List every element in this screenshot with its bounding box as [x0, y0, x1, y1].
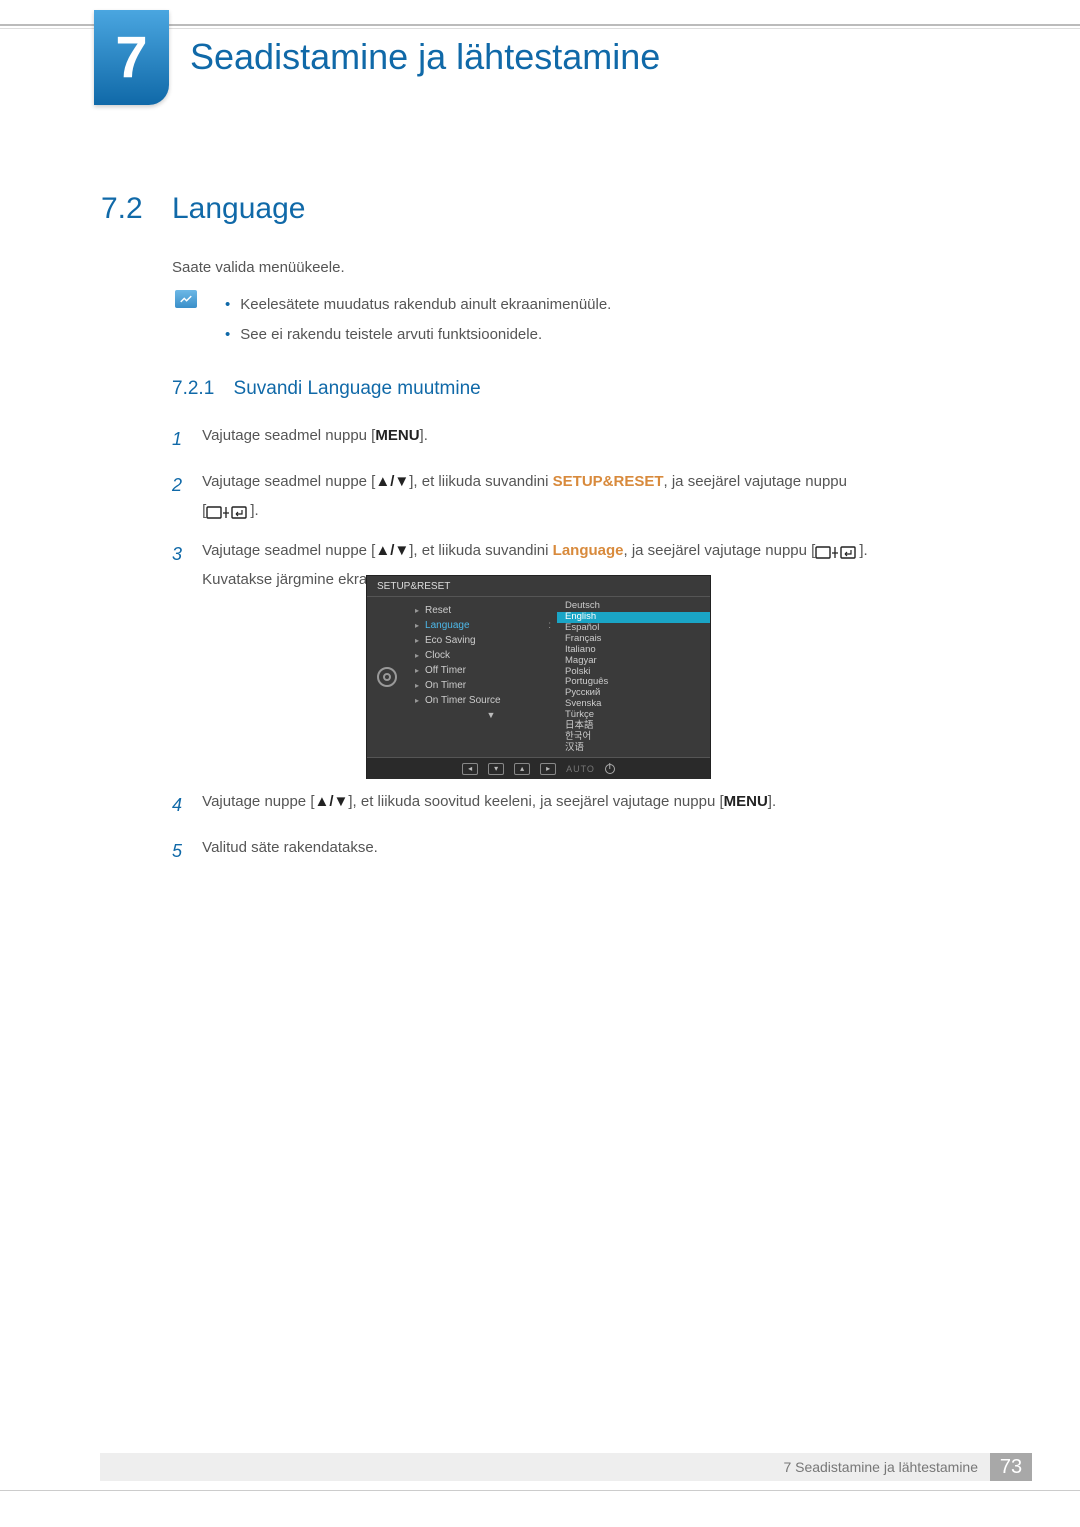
step-number: 5: [172, 834, 198, 868]
osd-item: On Timer Source: [425, 695, 501, 706]
chapter-title: Seadistamine ja lähtestamine: [190, 36, 660, 78]
step1-text-end: ].: [420, 427, 428, 444]
page-number: 73: [990, 1453, 1032, 1481]
down-arrow-icon: ▾: [488, 763, 504, 775]
menu-label: MENU: [724, 793, 768, 810]
step-number: 3: [172, 537, 198, 571]
osd-item: On Timer: [425, 680, 466, 691]
chapter-number-tab: 7: [94, 10, 169, 105]
step4-post: ].: [768, 793, 776, 810]
step-number: 4: [172, 788, 198, 822]
osd-lang: Magyar: [557, 656, 710, 667]
section-title: Language: [172, 192, 305, 226]
intro-text: Saate valida menüükeele.: [172, 259, 345, 276]
step4-mid: ], et liikuda soovitud keeleni, ja seejä…: [348, 793, 723, 810]
left-arrow-icon: ◂: [462, 763, 478, 775]
osd-title: SETUP&RESET: [367, 576, 710, 597]
page-footer: 7 Seadistamine ja lähtestamine 73: [100, 1453, 1032, 1481]
osd-item: Clock: [425, 650, 450, 661]
auto-label: AUTO: [566, 764, 595, 774]
note-list: •Keelesätete muudatus rakendub ainult ek…: [225, 290, 611, 350]
step3-post: , ja seejärel vajutage nuppu [: [624, 542, 816, 559]
osd-lang: Italiano: [557, 645, 710, 656]
step-number: 1: [172, 422, 198, 456]
step3-mid: ], et liikuda suvandini: [409, 542, 552, 559]
note-item: See ei rakendu teistele arvuti funktsioo…: [240, 326, 542, 343]
power-icon: [605, 764, 615, 774]
subsection-heading: 7.2.1 Suvandi Language muutmine: [172, 378, 481, 400]
osd-menu-screenshot: SETUP&RESET ▸Reset ▸Language: ▸Eco Savin…: [366, 575, 711, 779]
right-arrow-icon: ▸: [540, 763, 556, 775]
updown-arrows-icon: ▲/▼: [375, 542, 409, 559]
osd-gear-icon: [367, 597, 407, 757]
keyword-language: Language: [553, 542, 624, 559]
osd-footer-controls: ◂ ▾ ▴ ▸ AUTO: [367, 757, 710, 779]
step3-post2: ].: [859, 542, 867, 559]
step2-post: , ja seejärel vajutage nuppu: [664, 473, 847, 490]
updown-arrows-icon: ▲/▼: [375, 473, 409, 490]
steps-block-2: 4 Vajutage nuppe [▲/▼], et liikuda soovi…: [172, 788, 990, 880]
scroll-down-icon: ▼: [425, 710, 557, 720]
osd-item-selected: Language: [425, 620, 470, 631]
osd-lang: 汉语: [557, 743, 710, 754]
osd-item: Eco Saving: [425, 635, 476, 646]
osd-item: Off Timer: [425, 665, 466, 676]
enter-source-icon: [206, 503, 250, 519]
subsection-title: Suvandi Language muutmine: [234, 378, 481, 399]
osd-item: Reset: [425, 605, 451, 616]
step1-text: Vajutage seadmel nuppu [: [202, 427, 375, 444]
step2-line2-post: ].: [250, 502, 258, 519]
note-icon: [175, 290, 197, 308]
menu-label: MENU: [375, 427, 419, 444]
updown-arrows-icon: ▲/▼: [315, 793, 349, 810]
up-arrow-icon: ▴: [514, 763, 530, 775]
step3-text: Vajutage seadmel nuppe [: [202, 542, 375, 559]
footer-chapter-label: 7 Seadistamine ja lähtestamine: [783, 1459, 978, 1475]
enter-source-icon: [815, 543, 859, 559]
keyword-setupreset: SETUP&RESET: [553, 473, 664, 490]
step3-line2: Kuvatakse järgmine ekraan.: [202, 571, 388, 588]
step2-text: Vajutage seadmel nuppe [: [202, 473, 375, 490]
osd-language-list: Deutsch English Español Français Italian…: [557, 597, 710, 757]
step5-text: Valitud säte rakendatakse.: [202, 834, 982, 863]
osd-menu-items: ▸Reset ▸Language: ▸Eco Saving ▸Clock ▸Of…: [407, 597, 557, 757]
note-item: Keelesätete muudatus rakendub ainult ekr…: [240, 296, 611, 313]
subsection-number: 7.2.1: [172, 378, 214, 399]
step4-text: Vajutage nuppe [: [202, 793, 314, 810]
step-number: 2: [172, 468, 198, 502]
section-number: 7.2: [101, 192, 143, 226]
step2-mid: ], et liikuda suvandini: [409, 473, 552, 490]
